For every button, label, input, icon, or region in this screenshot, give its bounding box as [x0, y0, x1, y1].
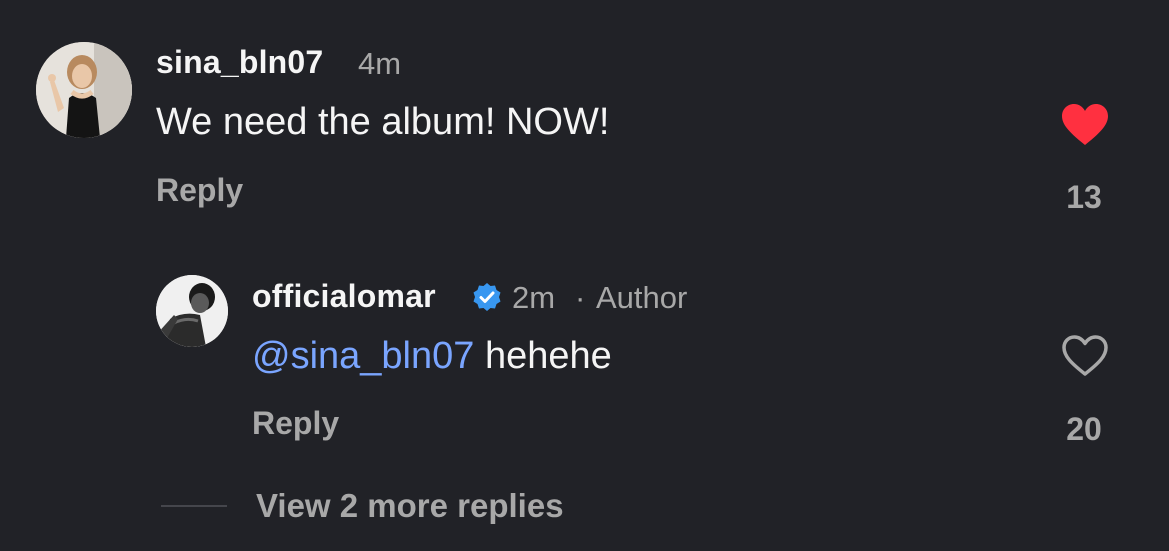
comment-reply-button[interactable]: Reply: [156, 172, 243, 209]
reply-text: @sina_bln07 hehehe: [252, 335, 612, 378]
reply-like-count: 20: [1066, 411, 1102, 447]
meta-separator: ·: [575, 280, 586, 315]
comment-thread: sina_bln07 4m We need the album! NOW! Re…: [0, 0, 1169, 551]
reply-avatar[interactable]: [156, 275, 228, 347]
view-more-divider: [161, 505, 227, 507]
view-more-replies-button[interactable]: View 2 more replies: [256, 487, 564, 525]
author-label: Author: [596, 280, 688, 315]
comment-like-button[interactable]: [1060, 103, 1110, 147]
comment-text: We need the album! NOW!: [156, 101, 610, 143]
avatar[interactable]: [36, 42, 132, 138]
reply-like-button[interactable]: [1060, 334, 1110, 378]
heart-outline-icon: [1062, 335, 1108, 376]
reply-message: hehehe: [484, 335, 612, 377]
comment-like-count: 13: [1066, 179, 1102, 215]
comment-timestamp: 4m: [358, 46, 402, 81]
heart-filled-icon: [1062, 104, 1108, 145]
reply-username[interactable]: officialomar: [252, 278, 436, 315]
mention-link[interactable]: @sina_bln07: [252, 335, 474, 377]
reply-reply-button[interactable]: Reply: [252, 405, 339, 442]
reply-timestamp: 2m: [512, 280, 556, 315]
profile-photo: [156, 275, 228, 347]
comment-username[interactable]: sina_bln07: [156, 44, 323, 81]
profile-photo: [36, 42, 132, 138]
verified-badge-icon: [472, 282, 502, 312]
